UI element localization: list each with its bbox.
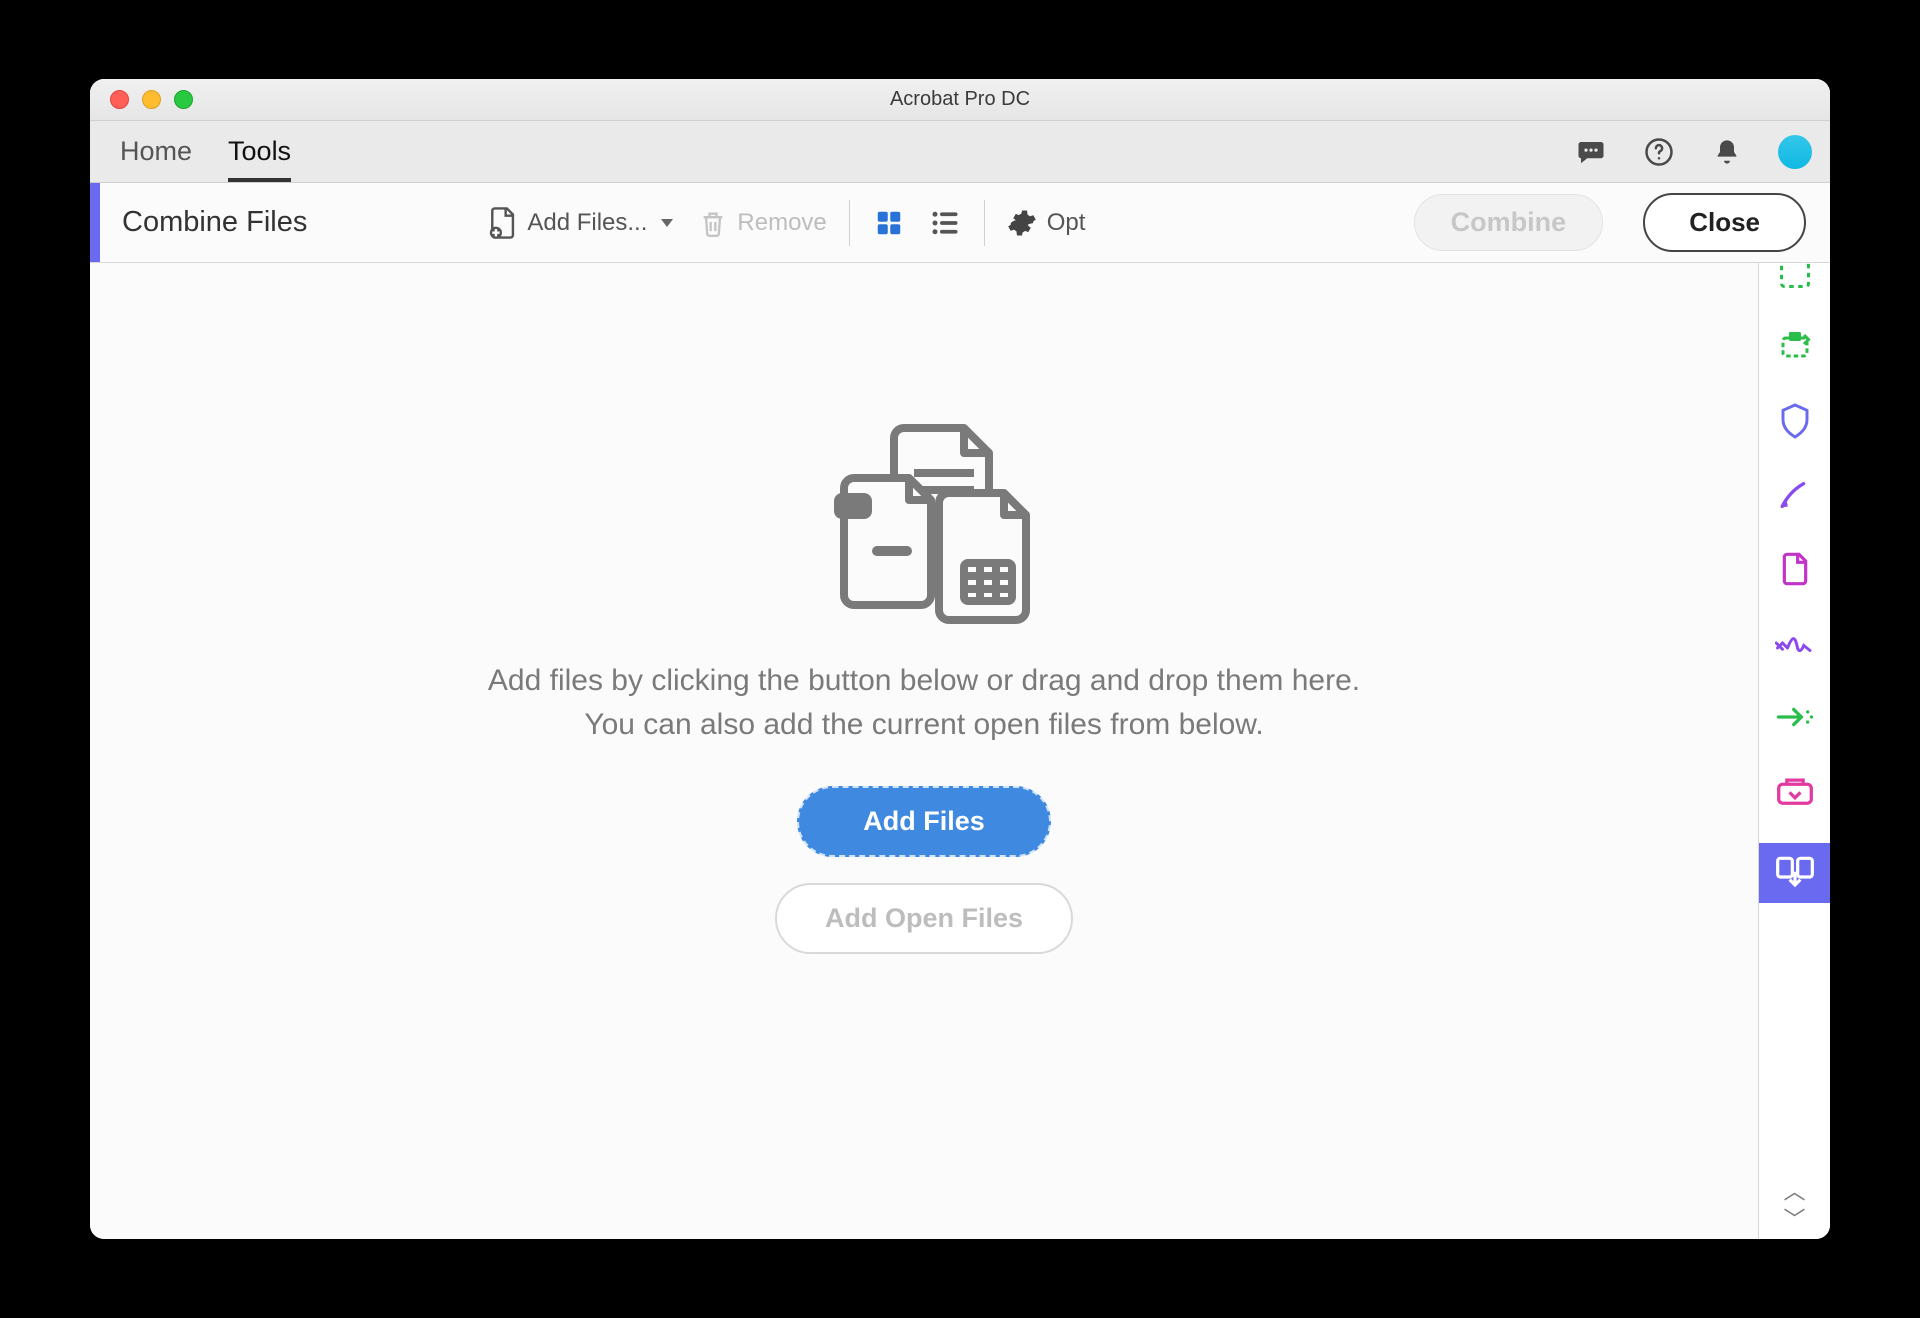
add-open-files-button: Add Open Files xyxy=(775,883,1073,954)
window-minimize-button[interactable] xyxy=(142,90,161,109)
drop-canvas[interactable]: Add files by clicking the button below o… xyxy=(90,263,1758,1239)
stamp-icon[interactable] xyxy=(1773,769,1817,813)
organize-icon[interactable] xyxy=(1773,547,1817,591)
tab-tools[interactable]: Tools xyxy=(228,121,291,182)
grid-view-icon[interactable] xyxy=(872,206,906,240)
list-view-icon[interactable] xyxy=(928,206,962,240)
tab-home[interactable]: Home xyxy=(120,121,192,182)
app-window: Acrobat Pro DC Home Tools Combine Files xyxy=(90,79,1830,1239)
instruction-line-2: You can also add the current open files … xyxy=(488,703,1360,747)
window-controls xyxy=(90,90,193,109)
sign-icon[interactable] xyxy=(1773,621,1817,665)
chevron-down-icon[interactable]: ﹀ xyxy=(1783,1209,1805,1231)
combine-icon[interactable] xyxy=(1759,843,1831,903)
add-files-button[interactable]: Add Files xyxy=(797,786,1051,857)
options-label: Opt xyxy=(1047,209,1086,237)
add-files-label: Add Files... xyxy=(527,209,647,237)
close-button[interactable]: Close xyxy=(1643,193,1806,252)
tool-accent xyxy=(90,183,100,262)
rail-scroll-controls: ︿ ﹀ xyxy=(1783,1181,1805,1231)
titlebar: Acrobat Pro DC xyxy=(90,79,1830,121)
chevron-up-icon[interactable]: ︿ xyxy=(1783,1181,1805,1203)
window-close-button[interactable] xyxy=(110,90,129,109)
combine-toolbar: Combine Files Add Files... Remove xyxy=(90,183,1830,263)
create-pdf-icon[interactable] xyxy=(1773,263,1817,295)
files-illustration-icon xyxy=(799,403,1049,633)
toolbar-divider xyxy=(849,200,850,246)
options-button[interactable]: Opt xyxy=(1007,208,1086,238)
export-pdf-icon[interactable] xyxy=(1773,325,1817,369)
window-title: Acrobat Pro DC xyxy=(90,88,1830,111)
edit-icon[interactable] xyxy=(1773,473,1817,517)
toolbar-divider-2 xyxy=(984,200,985,246)
help-icon[interactable] xyxy=(1642,135,1676,169)
tool-title: Combine Files xyxy=(100,206,307,239)
remove-button: Remove xyxy=(699,207,826,239)
chevron-down-icon xyxy=(661,219,673,227)
user-avatar[interactable] xyxy=(1778,135,1812,169)
main-area: Add files by clicking the button below o… xyxy=(90,263,1830,1239)
remove-label: Remove xyxy=(737,209,826,237)
comments-icon[interactable] xyxy=(1574,135,1608,169)
window-maximize-button[interactable] xyxy=(174,90,193,109)
combine-button: Combine xyxy=(1414,194,1604,251)
notifications-icon[interactable] xyxy=(1710,135,1744,169)
add-files-dropdown[interactable]: Add Files... xyxy=(487,206,673,240)
top-nav: Home Tools xyxy=(90,121,1830,183)
right-tool-rail: ︿ ﹀ xyxy=(1758,263,1830,1239)
instructions: Add files by clicking the button below o… xyxy=(488,659,1360,746)
send-icon[interactable] xyxy=(1773,695,1817,739)
instruction-line-1: Add files by clicking the button below o… xyxy=(488,659,1360,703)
protect-icon[interactable] xyxy=(1773,399,1817,443)
